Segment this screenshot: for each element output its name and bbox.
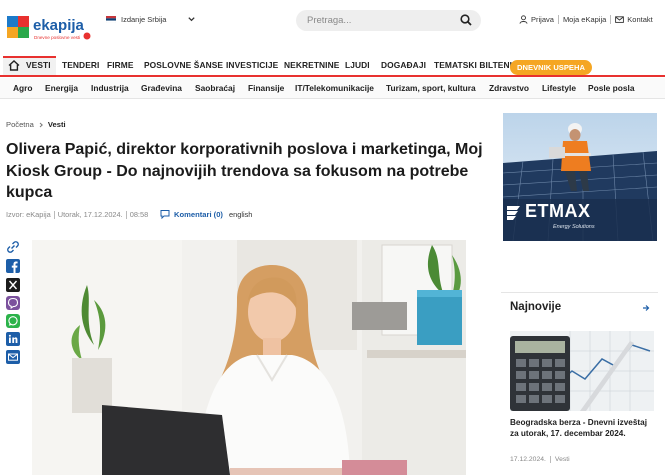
category-lifestyle[interactable]: Lifestyle — [542, 83, 576, 93]
comments-label: Komentari (0) — [174, 209, 223, 219]
category-gradjevina[interactable]: Građevina — [141, 83, 182, 93]
article-title: Olivera Papić, direktor korporativnih po… — [6, 141, 483, 201]
share-linkedin-button[interactable] — [6, 332, 20, 346]
whatsapp-icon — [6, 314, 20, 328]
top-bar: ekapija Dnevne poslovne vesti Izdanje Sr… — [0, 0, 665, 46]
nav-item-tematski-bilteni[interactable]: TEMATSKI BILTENI — [434, 60, 512, 70]
edition-selector[interactable]: Izdanje Srbija — [106, 15, 166, 24]
comment-icon — [160, 210, 170, 219]
category-agro[interactable]: Agro — [13, 83, 33, 93]
x-icon — [6, 278, 20, 292]
chevron-down-icon[interactable] — [187, 15, 196, 23]
nav-item-poslovne-sanse[interactable]: POSLOVNE ŠANSE — [144, 60, 223, 70]
divider — [125, 210, 127, 219]
account-links: Prijava Moja eKapija Kontakt — [519, 15, 653, 24]
arrow-right-icon[interactable] — [642, 304, 650, 312]
newest-item-category[interactable]: Vesti — [555, 456, 570, 463]
nav-item-nekretnine[interactable]: NEKRETNINE — [284, 60, 339, 70]
facebook-icon — [6, 259, 20, 273]
share-whatsapp-button[interactable] — [6, 314, 20, 328]
share-link-button[interactable] — [6, 240, 20, 254]
category-energija[interactable]: Energija — [45, 83, 78, 93]
divider — [557, 15, 559, 24]
contact-link[interactable]: Kontakt — [615, 15, 653, 24]
divider — [549, 456, 551, 463]
dnevnik-uspeha-button[interactable]: DNEVNIK USPEHA — [510, 60, 592, 75]
category-turizam[interactable]: Turizam, sport, kultura — [386, 83, 476, 93]
share-x-button[interactable] — [6, 278, 20, 292]
etmax-ad-banner[interactable]: ETMAX Energy Solutions — [503, 113, 657, 241]
stock-report-image — [510, 331, 654, 411]
chevron-right-icon — [39, 122, 43, 127]
nav-item-ljudi[interactable]: LJUDI — [345, 60, 370, 70]
english-version-link[interactable]: english — [229, 210, 252, 219]
article-day: Utorak, 17.12.2024. — [57, 210, 123, 219]
newest-item-date: 17.12.2024. — [510, 456, 546, 463]
serbia-flag-icon — [106, 16, 116, 23]
envelope-icon — [615, 16, 625, 23]
newest-heading[interactable]: Najnovije — [510, 301, 561, 313]
breadcrumb-home[interactable]: Početna — [6, 120, 34, 129]
etmax-logo-icon — [507, 206, 520, 220]
email-icon — [6, 350, 20, 364]
article-time: 08:58 — [129, 210, 149, 219]
login-label: Prijava — [531, 15, 554, 24]
portrait-image — [32, 240, 466, 475]
category-it-telekomunikacije[interactable]: IT/Telekomunikacije — [295, 83, 374, 93]
newest-widget: Najnovije Beogradska berza - Dnevni izve… — [501, 292, 658, 475]
newest-thumbnail[interactable] — [510, 331, 654, 411]
share-viber-button[interactable] — [6, 296, 20, 310]
category-posle-posla[interactable]: Posle posla — [588, 83, 635, 93]
nav-item-tenderi[interactable]: TENDERI — [62, 60, 99, 70]
article-photo — [32, 240, 466, 475]
linkedin-icon — [6, 332, 20, 346]
category-zdravstvo[interactable]: Zdravstvo — [489, 83, 529, 93]
ad-brand: ETMAX — [525, 201, 591, 221]
search-icon[interactable] — [460, 14, 472, 26]
edition-label: Izdanje Srbija — [121, 15, 167, 24]
comments-link[interactable]: Komentari (0) — [160, 209, 223, 219]
category-industrija[interactable]: Industrija — [91, 83, 129, 93]
category-finansije[interactable]: Finansije — [248, 83, 284, 93]
share-email-button[interactable] — [6, 350, 20, 364]
share-facebook-button[interactable] — [6, 259, 20, 273]
viber-icon — [6, 296, 20, 310]
my-ekapija-label: Moja eKapija — [562, 15, 607, 24]
category-nav: Agro Energija Industrija Građevina Saobr… — [0, 78, 665, 99]
breadcrumb: Početna Vesti — [6, 120, 66, 129]
article-source: Izvor: eKapija — [6, 210, 51, 219]
article-meta: Izvor: eKapija Utorak, 17.12.2024. 08:58 — [6, 210, 148, 219]
nav-item-vesti[interactable]: VESTI — [26, 60, 51, 70]
newest-item-meta: 17.12.2024. Vesti — [510, 456, 570, 463]
contact-label: Kontakt — [627, 15, 653, 24]
ad-tagline: Energy Solutions — [553, 224, 595, 230]
nav-item-firme[interactable]: FIRME — [107, 60, 134, 70]
user-icon — [519, 15, 528, 24]
nav-item-investicije[interactable]: INVESTICIJE — [226, 60, 278, 70]
my-ekapija-link[interactable]: Moja eKapija — [563, 15, 606, 24]
home-icon[interactable] — [8, 60, 20, 71]
brand-tagline: Dnevne poslovne vesti — [34, 35, 80, 40]
ekapija-logo[interactable]: ekapija Dnevne poslovne vesti — [7, 10, 97, 46]
brand-text: ekapija — [33, 17, 85, 34]
divider — [610, 15, 612, 24]
search-box — [296, 10, 481, 31]
divider — [53, 210, 55, 219]
search-input[interactable] — [296, 10, 446, 31]
category-saobracaj[interactable]: Saobraćaj — [195, 83, 235, 93]
newest-item-title[interactable]: Beogradska berza - Dnevni izveštaj za ut… — [510, 418, 650, 439]
breadcrumb-current[interactable]: Vesti — [48, 120, 66, 129]
link-icon — [6, 240, 20, 254]
nav-item-dogadjaji[interactable]: DOGAĐAJI — [381, 60, 426, 70]
login-link[interactable]: Prijava — [519, 15, 554, 24]
